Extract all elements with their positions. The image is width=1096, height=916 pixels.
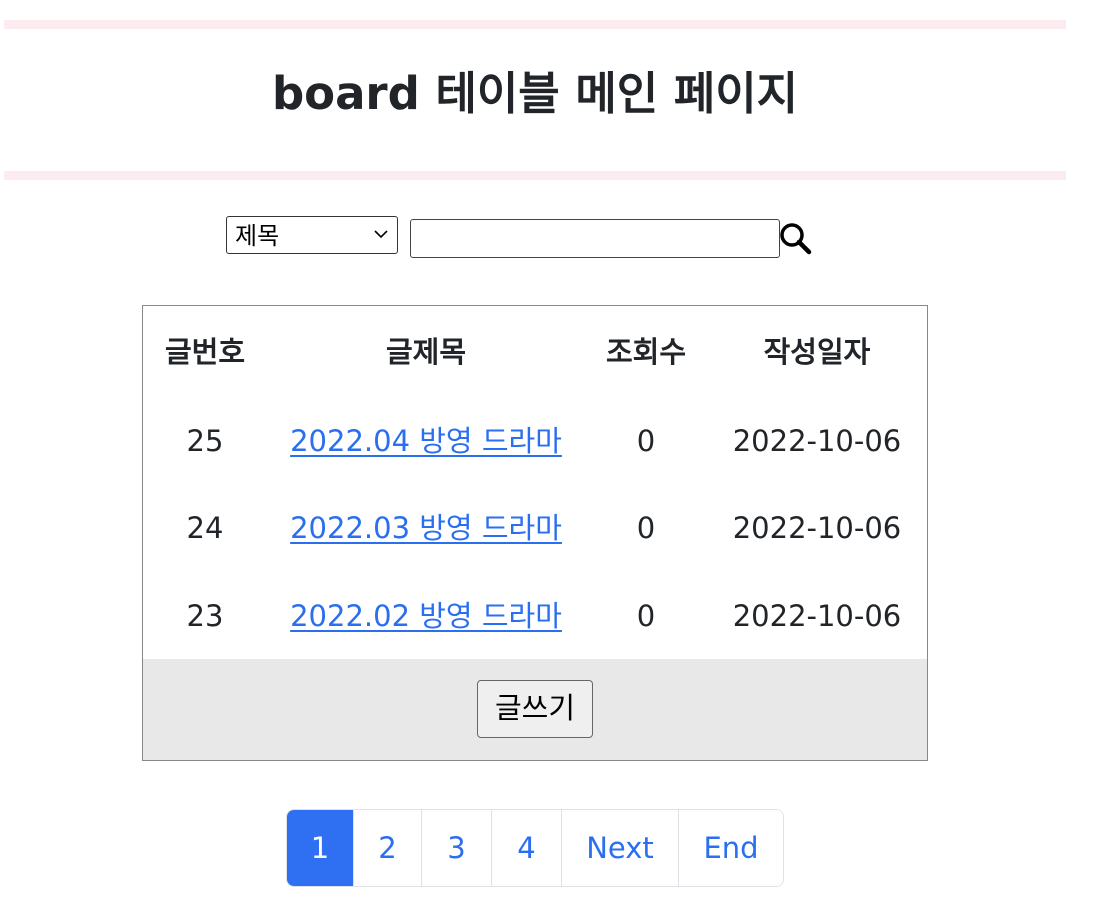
write-post-button[interactable]: 글쓰기 — [477, 680, 593, 738]
row-number: 23 — [186, 599, 224, 633]
search-bar: 제목 — [226, 216, 826, 258]
chevron-down-icon — [374, 230, 388, 239]
column-header-views: 조회수 — [605, 335, 687, 369]
table-footer: 글쓰기 — [143, 659, 927, 760]
column-header-title: 글제목 — [385, 335, 467, 369]
row-views: 0 — [636, 424, 656, 458]
search-field-select[interactable]: 제목 — [226, 216, 398, 254]
search-icon[interactable] — [778, 222, 814, 256]
row-views: 0 — [636, 511, 656, 545]
page-title: board 테이블 메인 페이지 — [271, 67, 799, 120]
table-row: 24 2022.03 방영 드라마 0 2022-10-06 — [143, 508, 927, 596]
page-link-next[interactable]: Next — [561, 810, 678, 886]
page-link-2[interactable]: 2 — [353, 810, 421, 886]
row-number: 24 — [186, 511, 224, 545]
row-title-cell: 2022.03 방영 드라마 — [265, 508, 587, 548]
bottom-divider — [4, 171, 1066, 180]
post-title-link[interactable]: 2022.04 방영 드라마 — [290, 424, 562, 458]
row-date: 2022-10-06 — [732, 511, 902, 545]
search-input[interactable] — [410, 219, 780, 258]
page-link-4[interactable]: 4 — [491, 810, 561, 886]
row-number: 25 — [186, 424, 224, 458]
row-title-cell: 2022.04 방영 드라마 — [265, 421, 587, 461]
page-link-1[interactable]: 1 — [287, 810, 353, 886]
row-views: 0 — [636, 599, 656, 633]
row-date: 2022-10-06 — [732, 424, 902, 458]
board-table: 글번호 글제목 조회수 작성일자 25 2022.04 방영 드라마 0 202… — [142, 305, 928, 761]
row-title-cell: 2022.02 방영 드라마 — [265, 596, 587, 636]
page-link-3[interactable]: 3 — [421, 810, 491, 886]
page-link-end[interactable]: End — [678, 810, 783, 886]
column-header-date: 작성일자 — [763, 335, 871, 369]
table-row: 25 2022.04 방영 드라마 0 2022-10-06 — [143, 421, 927, 509]
top-divider — [4, 20, 1066, 29]
post-title-link[interactable]: 2022.03 방영 드라마 — [290, 511, 562, 545]
row-date: 2022-10-06 — [732, 599, 902, 633]
search-field-selected: 제목 — [235, 222, 280, 250]
pagination: 1 2 3 4 Next End — [286, 809, 784, 887]
post-title-link[interactable]: 2022.02 방영 드라마 — [290, 599, 562, 633]
column-header-number: 글번호 — [164, 335, 246, 369]
